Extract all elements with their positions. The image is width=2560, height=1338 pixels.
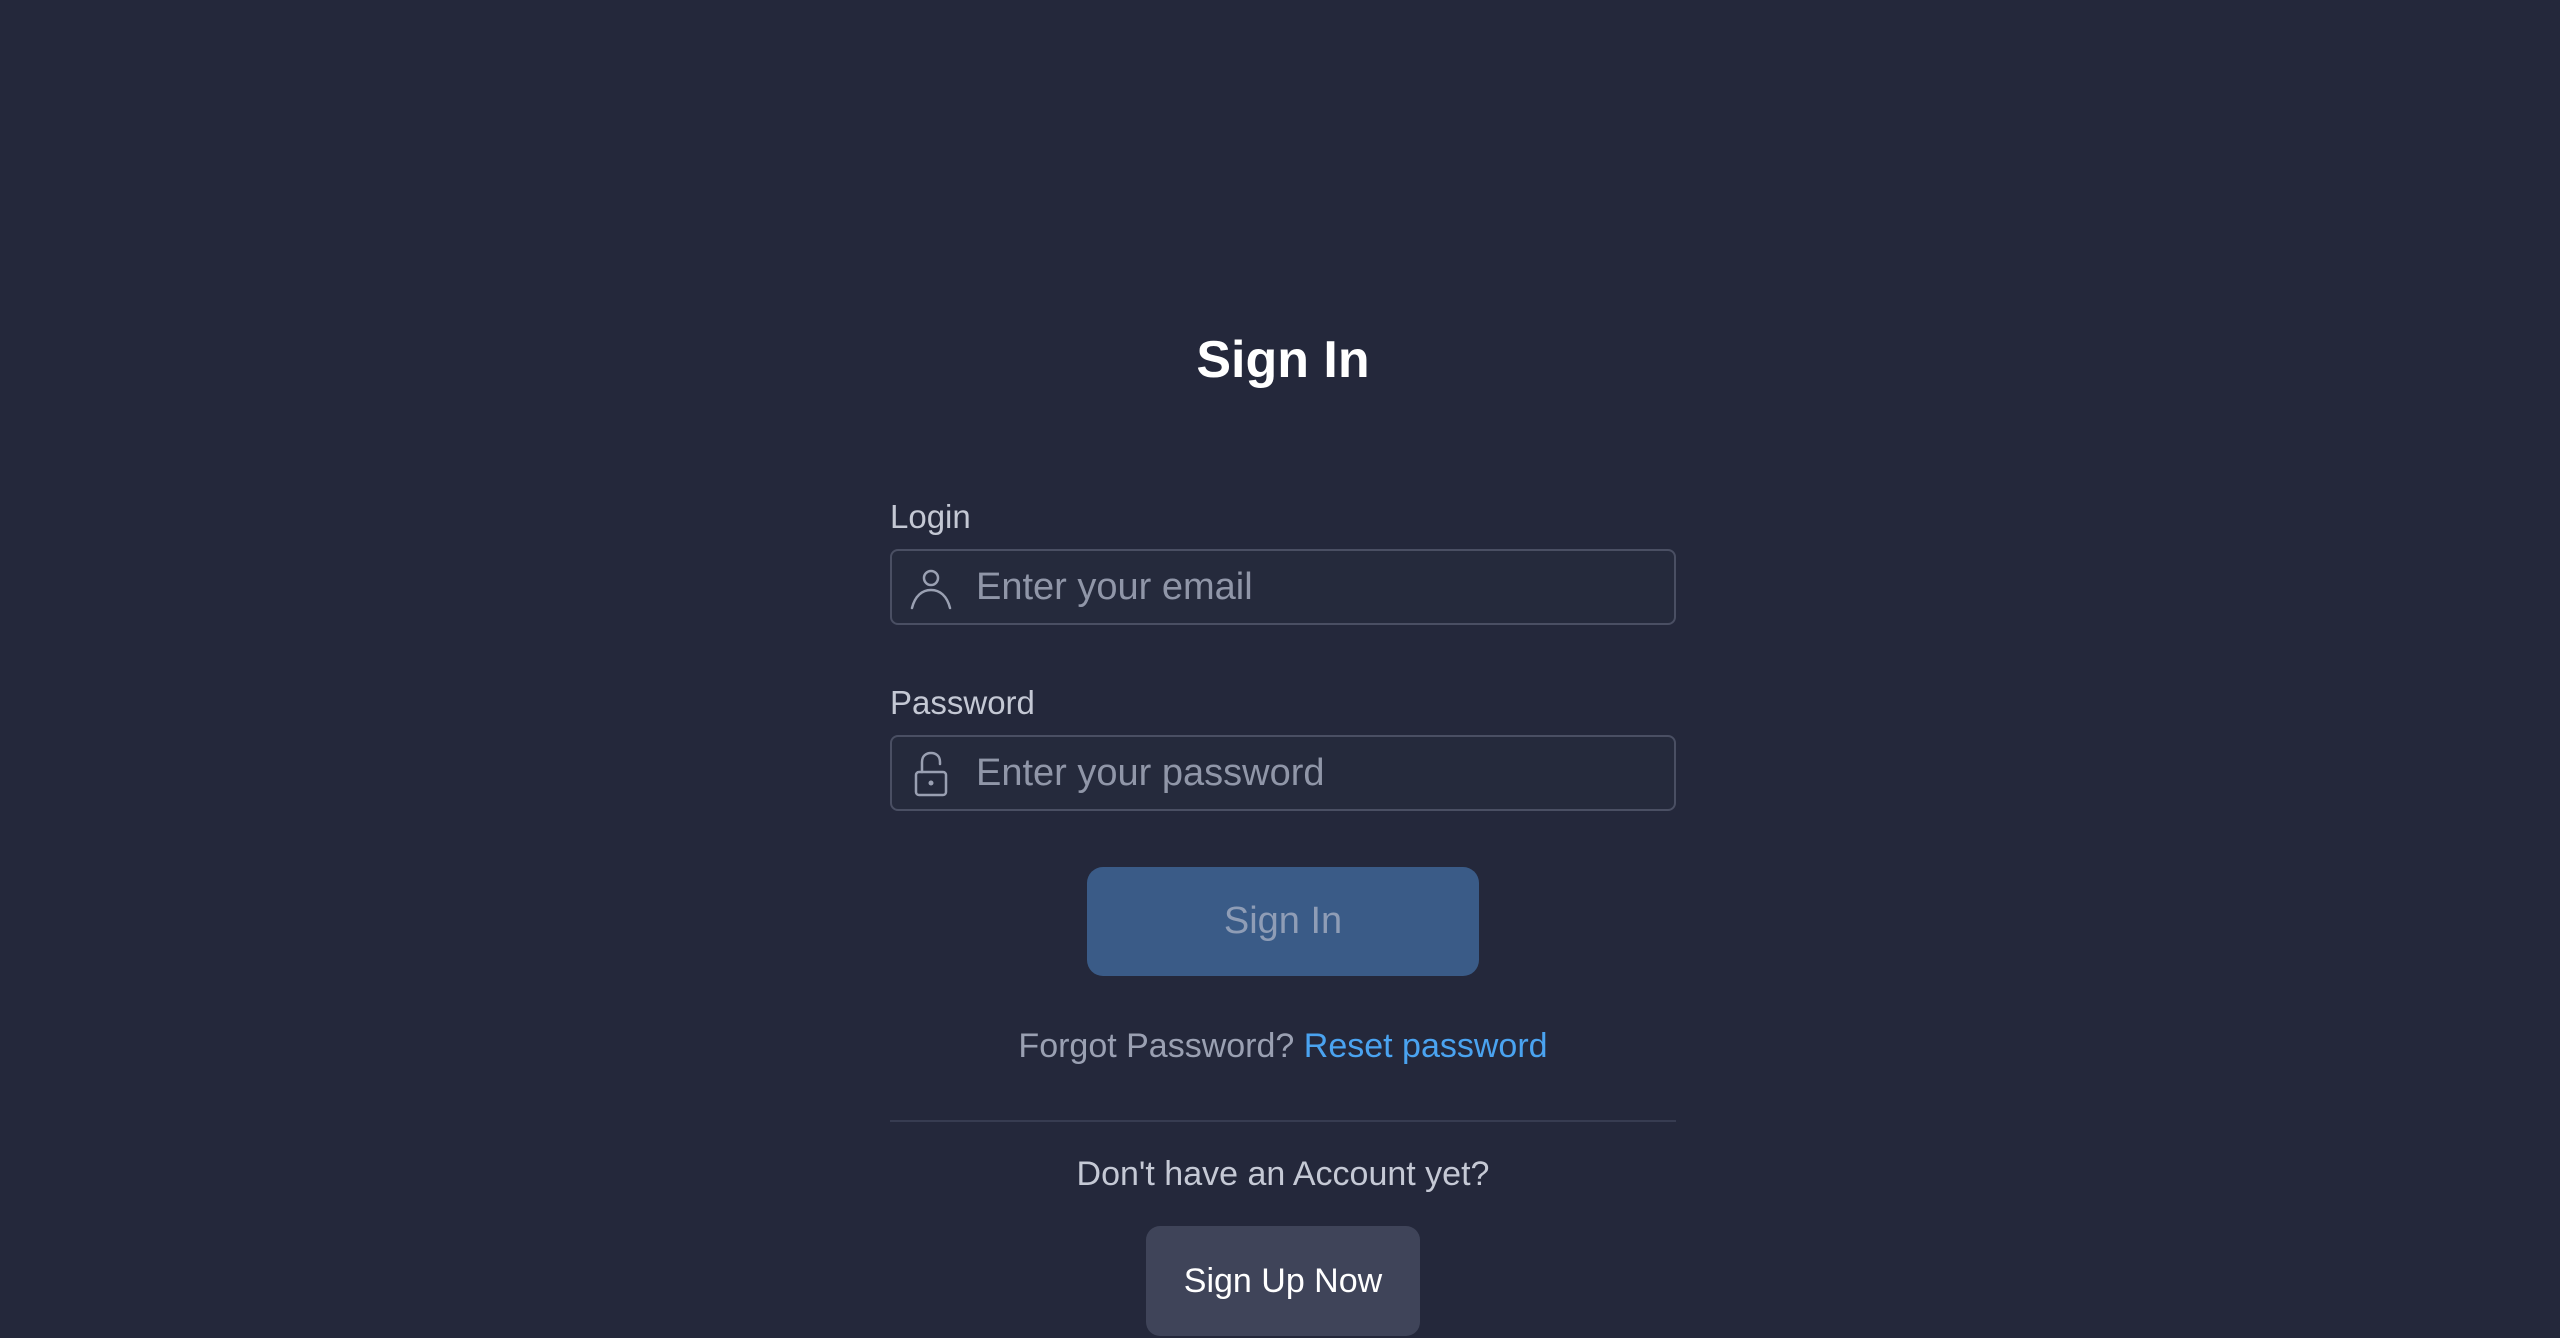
no-account-text: Don't have an Account yet? [1076, 1155, 1490, 1193]
password-field-wrapper[interactable] [890, 735, 1676, 811]
sign-in-page: Sign In Login Password Sign In [0, 0, 2560, 1338]
password-label: Password [890, 684, 1035, 721]
forgot-password-row: Forgot Password? Reset password [890, 1026, 1676, 1066]
forgot-password-text: Forgot Password? [1018, 1027, 1295, 1065]
login-label: Login [890, 498, 971, 535]
page-title: Sign In [1196, 331, 1370, 389]
sign-up-button[interactable]: Sign Up Now [1146, 1226, 1420, 1336]
reset-password-link[interactable]: Reset password [1304, 1027, 1548, 1065]
unlock-icon [906, 749, 956, 799]
sign-in-button[interactable]: Sign In [1087, 867, 1479, 976]
login-field-wrapper[interactable] [890, 549, 1676, 625]
password-input[interactable] [976, 737, 1656, 809]
user-icon [906, 563, 956, 613]
sign-in-form: Sign In Login Password Sign In [890, 320, 1676, 1336]
email-input[interactable] [976, 551, 1656, 623]
divider [890, 1120, 1676, 1122]
